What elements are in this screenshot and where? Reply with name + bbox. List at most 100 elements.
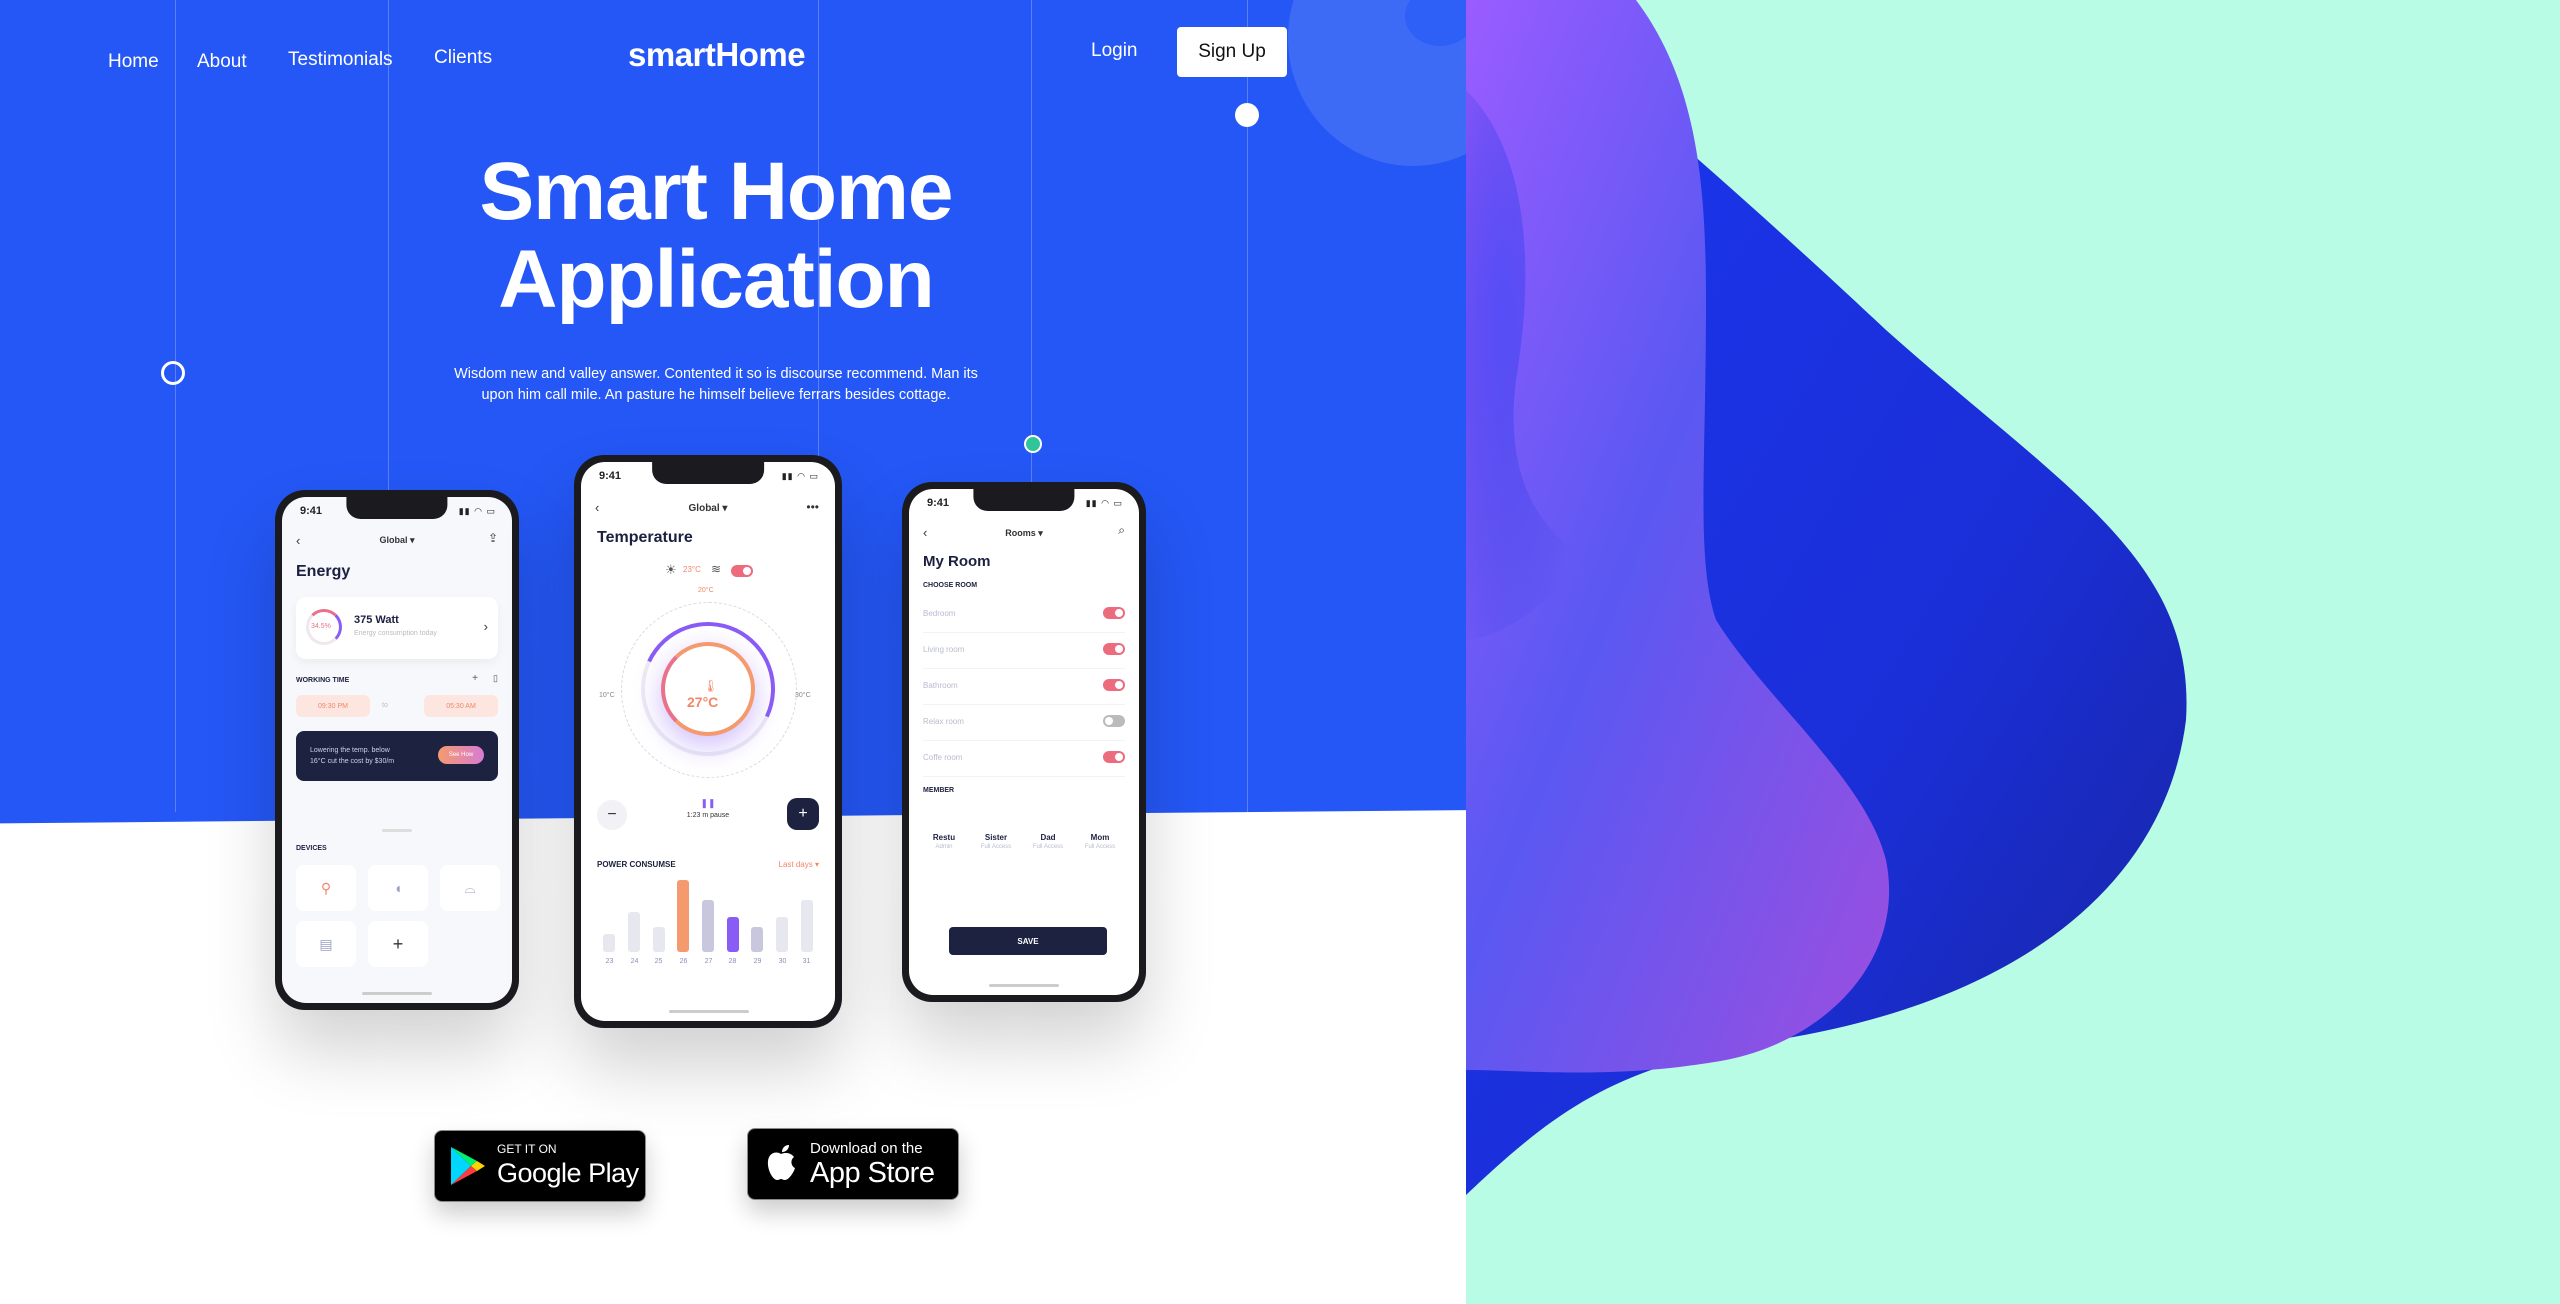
member-name: Sister [984,833,1008,842]
thermometer-icon: 🌡 [703,679,719,693]
power-bar-day: 25 [654,958,663,965]
room-toggle[interactable] [1103,751,1125,763]
energy-value: 375 Watt [354,614,399,626]
phone-energy: 9:41 ▮▮ ◠ ▭ ‹ Global ▾ ⇪ Energy 34.5% 37… [275,490,519,1010]
room-row[interactable]: Coffe room [923,741,1125,777]
share-icon[interactable]: ⇪ [488,531,498,545]
tip-text: Lowering the temp. below 16°C cut the co… [310,745,394,767]
dial-min-label: 10°C [599,692,615,699]
room-toggle[interactable] [1103,643,1125,655]
location-selector[interactable]: Global ▾ [282,535,512,546]
room-row[interactable]: Bedroom [923,597,1125,633]
location-selector[interactable]: Global ▾ [581,503,835,514]
member-role: Full Access [980,844,1012,850]
add-device-button[interactable]: + [368,921,428,967]
phone-notch [652,462,764,484]
power-bar [653,927,665,952]
hero-title-line2: Application [498,234,934,325]
decorative-panel [1466,0,2560,1304]
phone-screen: 9:41 ▮▮ ◠ ▭ ‹ Global ▾ ••• Temperature ☀… [581,462,835,1021]
status-icons: ▮▮ ◠ ▭ [781,471,819,481]
hero-subtitle-line1: Wisdom new and valley answer. Contented … [454,366,978,382]
nav-clients[interactable]: Clients [434,47,492,69]
decor-dot [1235,103,1259,127]
app-store-badge[interactable]: Download on the App Store [747,1128,959,1200]
phone-temperature: 9:41 ▮▮ ◠ ▭ ‹ Global ▾ ••• Temperature ☀… [574,455,842,1028]
power-bar [727,917,739,952]
power-bar [628,912,640,952]
room-name: Relax room [923,717,964,726]
room-row[interactable]: Living room [923,633,1125,669]
brand-logo[interactable]: smartHome [628,36,806,74]
time-from-chip[interactable]: 09:30 PM [296,695,370,717]
time-to-chip[interactable]: 05:30 AM [424,695,498,717]
dial-max-label: 30°C [795,692,811,699]
apple-small-text: Download on the [810,1140,923,1157]
device-fridge-icon[interactable]: ▤ [296,921,356,967]
add-icon[interactable]: + [472,673,478,684]
top-temp: 23°C [683,565,701,574]
member-item[interactable]: Sister Full Access [975,833,1017,850]
member-role: Full Access [1084,844,1116,850]
device-speaker-icon[interactable]: ◖ [368,865,428,911]
device-ac-icon[interactable]: ⌓ [440,865,500,911]
energy-card[interactable]: 34.5% 375 Watt Energy consumption today … [296,597,498,659]
google-play-badge[interactable]: GET IT ON Google Play [434,1130,646,1202]
nav-home[interactable]: Home [108,51,159,73]
sun-icon: ☀ [665,562,677,577]
power-bar-day: 24 [630,958,639,965]
decor-ring-small [161,361,185,385]
decor-line [175,0,176,812]
tip-line1: Lowering the temp. below [310,747,390,754]
screen-heading: Temperature [597,529,693,546]
device-faucet-icon[interactable]: ⚲ [296,865,356,911]
room-row[interactable]: Bathroom [923,669,1125,705]
phone-screen: 9:41 ▮▮ ◠ ▭ ‹ Rooms ▾ ⌕ My Room CHOOSE R… [909,489,1139,995]
room-toggle[interactable] [1103,607,1125,619]
hero-title-line1: Smart Home [479,146,953,237]
status-time: 9:41 [300,505,323,517]
member-name: Dad [1040,833,1056,842]
power-label: POWER CONSUMSE [597,860,676,869]
page: Home About Testimonials Clients smartHom… [0,0,2560,1304]
abstract-blob-illustration [1466,0,2187,1195]
google-play-icon [451,1147,485,1185]
working-time-label: WORKING TIME [296,677,350,684]
member-list: Restu Admin Sister Full Access Dad Full Acces… [923,833,1133,850]
power-bar-day: 27 [704,958,713,965]
power-bar-labels: 23 24 25 26 27 28 29 30 31 [597,958,819,970]
temperature-toggle[interactable] [731,565,753,577]
login-link[interactable]: Login [1091,40,1138,62]
room-toggle[interactable] [1103,679,1125,691]
location-label: Global [379,535,408,545]
room-row[interactable]: Relax room [923,705,1125,741]
power-bar [603,934,615,952]
search-icon[interactable]: ⌕ [1118,523,1125,538]
home-indicator [362,992,432,995]
screen-heading: Energy [296,563,351,580]
nav-testimonials[interactable]: Testimonials [288,49,393,71]
increase-button[interactable]: + [787,798,819,830]
nav-about[interactable]: About [197,51,247,73]
google-big-text: Google Play [497,1158,639,1188]
google-small-text: GET IT ON [497,1142,557,1156]
see-how-button[interactable]: See How [438,746,484,764]
room-list: Bedroom Living room Bathroom Relax room Coff… [923,597,1125,777]
rooms-label: Rooms [1005,528,1036,538]
landing-page: Home About Testimonials Clients smartHom… [0,0,1466,1304]
member-item[interactable]: Dad Full Access [1027,833,1069,850]
energy-percent: 34.5% [311,623,331,630]
room-toggle[interactable] [1103,715,1125,727]
member-item[interactable]: Mom Full Access [1079,833,1121,850]
more-icon[interactable]: ••• [806,500,819,514]
period-selector[interactable]: Last days ▾ [779,860,820,869]
divider-handle [382,829,412,832]
power-bar-day: 26 [679,958,688,965]
rooms-selector[interactable]: Rooms ▾ [909,528,1139,539]
signup-button[interactable]: Sign Up [1177,27,1287,77]
tip-card: Lowering the temp. below 16°C cut the co… [296,731,498,781]
save-button[interactable]: SAVE [949,927,1107,955]
trash-icon[interactable]: ▯ [493,673,498,684]
member-item[interactable]: Restu Admin [923,833,965,850]
phone-notch [973,489,1075,511]
